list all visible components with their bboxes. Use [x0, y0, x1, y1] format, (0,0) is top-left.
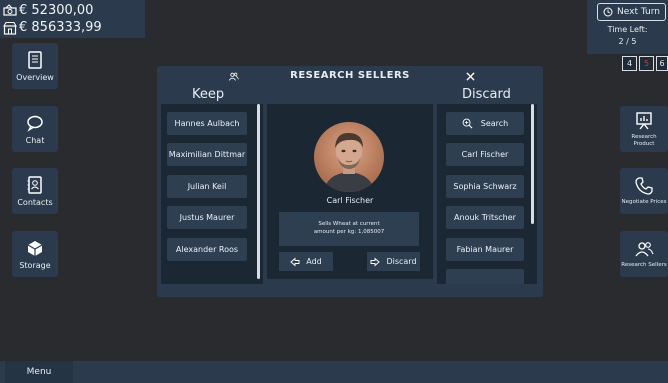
seller-info-line: amount per kg: 1,085007: [313, 229, 385, 235]
contacts-icon: [27, 176, 42, 194]
keep-list-item[interactable]: Maximilian Dittmar: [167, 143, 247, 166]
discard-list: Search Carl Fischer Sophia Schwarz Anouk…: [437, 104, 537, 284]
search-button[interactable]: Search: [446, 112, 524, 135]
keep-list-item[interactable]: Alexander Roos: [167, 238, 247, 261]
research-product-button[interactable]: Research Product: [620, 106, 668, 152]
nav-contacts-button[interactable]: Contacts: [12, 168, 58, 214]
arrow-left-icon: [290, 257, 300, 266]
nav-overview-button[interactable]: Overview: [12, 43, 58, 89]
nav-contacts-label: Contacts: [17, 198, 53, 207]
assets-value: € 856333,99: [19, 20, 102, 35]
negotiate-prices-button[interactable]: Negotiate Prices: [620, 168, 668, 214]
keep-heading: Keep: [192, 87, 225, 102]
research-product-label: Research Product: [631, 133, 657, 147]
next-turn-button[interactable]: Next Turn: [597, 3, 666, 21]
negotiate-prices-label: Negotiate Prices: [621, 199, 667, 206]
pager-item-4[interactable]: 4: [622, 56, 637, 71]
seller-portrait: [314, 122, 384, 192]
money-icon: [3, 3, 17, 16]
keep-list-item[interactable]: Hannes Aulbach: [167, 112, 247, 135]
assets-row: € 856333,99: [3, 20, 102, 35]
keep-list: Hannes Aulbach Maximilian Dittmar Julian…: [161, 104, 263, 284]
storage-box-icon: [27, 241, 43, 256]
discard-button[interactable]: Discard: [367, 252, 420, 271]
cash-row: € 52300,00: [3, 3, 93, 18]
discard-scrollbar[interactable]: [531, 104, 534, 224]
time-left-value: 2 / 5: [618, 37, 637, 46]
research-sellers-label: Research Sellers: [621, 262, 667, 269]
search-label: Search: [480, 119, 509, 128]
discard-label: Discard: [386, 257, 417, 266]
shop-icon: [3, 21, 17, 35]
add-button[interactable]: Add: [279, 252, 333, 271]
menu-button[interactable]: Menu: [5, 361, 73, 383]
phone-icon: [635, 177, 653, 195]
add-label: Add: [306, 257, 322, 266]
discard-list-item[interactable]: Fabian Maurer: [446, 238, 524, 261]
keep-list-item[interactable]: Justus Maurer: [167, 206, 247, 229]
bottom-bar: Menu: [0, 361, 668, 383]
nav-chat-label: Chat: [25, 136, 45, 145]
discard-list-item-partial[interactable]: [446, 269, 524, 284]
pager-item-6[interactable]: 6: [656, 56, 668, 71]
chart-board-icon: [636, 112, 652, 130]
arrow-right-icon: [371, 257, 381, 266]
discard-list-item[interactable]: Sophia Schwarz: [446, 175, 524, 198]
seller-info-box: Sells Wheat at current amount per kg: 1,…: [279, 212, 419, 246]
close-icon[interactable]: [466, 72, 475, 81]
dialog-title: RESEARCH SELLERS: [290, 70, 410, 81]
research-sellers-button[interactable]: Research Sellers: [620, 231, 668, 277]
time-left-label: Time Left:: [607, 25, 648, 34]
people-icon: [635, 242, 654, 257]
nav-overview-label: Overview: [16, 73, 54, 82]
discard-list-item[interactable]: Carl Fischer: [446, 143, 524, 166]
turn-panel: Next Turn Time Left: 2 / 5: [587, 0, 668, 54]
clock-icon: [603, 7, 613, 17]
search-plus-icon: [462, 118, 473, 129]
keep-scrollbar[interactable]: [257, 104, 260, 279]
research-sellers-dialog: RESEARCH SELLERS Keep Discard Hannes Aul…: [157, 66, 543, 297]
document-icon: [28, 51, 42, 69]
next-turn-label: Next Turn: [617, 7, 660, 17]
keep-list-item[interactable]: Julian Keil: [167, 175, 247, 198]
nav-chat-button[interactable]: Chat: [12, 106, 58, 152]
seller-detail: Carl Fischer Sells Wheat at current amou…: [267, 104, 433, 279]
nav-storage-label: Storage: [19, 261, 51, 270]
cash-value: € 52300,00: [19, 3, 94, 18]
nav-storage-button[interactable]: Storage: [12, 231, 58, 277]
discard-heading: Discard: [462, 87, 511, 102]
seller-name: Carl Fischer: [326, 196, 374, 205]
pager-item-5-active[interactable]: 5: [639, 56, 654, 71]
chat-bubble-icon: [27, 115, 43, 132]
discard-list-item[interactable]: Anouk Tritscher: [446, 206, 524, 229]
seller-info-line: Sells Wheat at current: [318, 221, 380, 228]
